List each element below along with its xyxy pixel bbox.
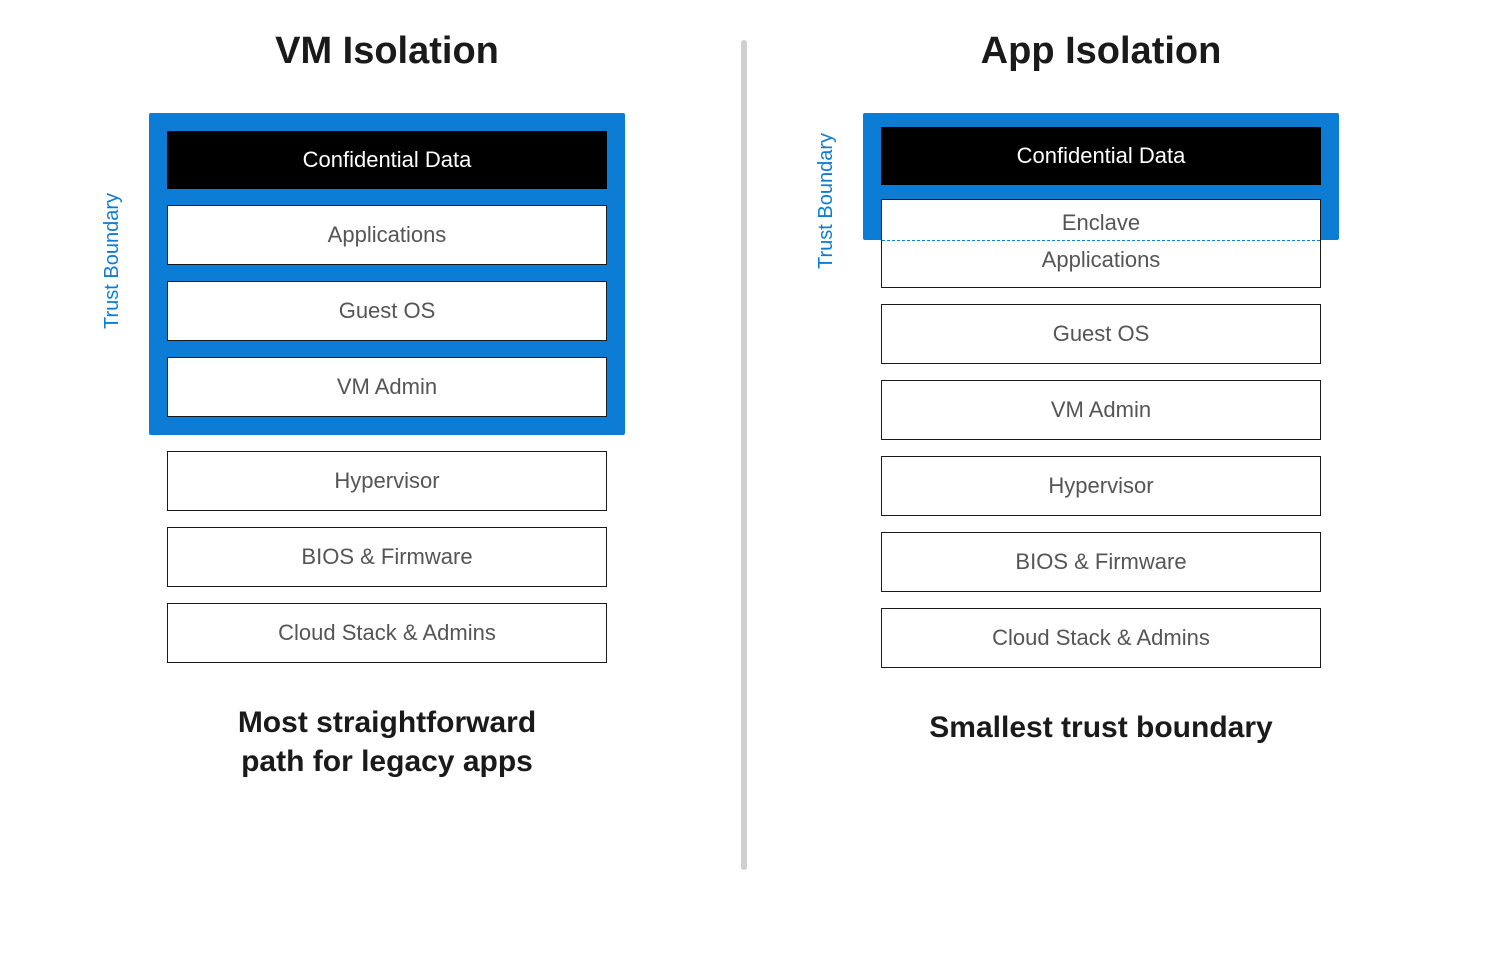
app-caption: Smallest trust boundary	[929, 708, 1272, 747]
app-layer-cloud-stack-admins: Cloud Stack & Admins	[881, 608, 1321, 668]
vm-trust-stack: Confidential Data Applications Guest OS …	[167, 131, 607, 417]
app-layer-confidential-data: Confidential Data	[881, 127, 1321, 185]
app-applications-label: Applications	[882, 241, 1320, 287]
app-layer-hypervisor: Hypervisor	[881, 456, 1321, 516]
vertical-divider	[741, 40, 747, 870]
vm-trust-boundary-label: Trust Boundary	[101, 193, 124, 329]
vm-title: VM Isolation	[275, 30, 499, 73]
app-layer-applications: Applications	[881, 240, 1321, 288]
vm-layer-hypervisor: Hypervisor	[167, 451, 607, 511]
vm-outer-stack: Hypervisor BIOS & Firmware Cloud Stack &…	[167, 451, 607, 663]
vm-layer-applications: Applications	[167, 205, 607, 265]
diagram-container: VM Isolation Trust Boundary Confidential…	[0, 0, 1488, 980]
vm-caption: Most straightforward path for legacy app…	[238, 703, 536, 781]
app-title: App Isolation	[981, 30, 1222, 73]
vm-layer-vm-admin: VM Admin	[167, 357, 607, 417]
vm-caption-line1: Most straightforward	[238, 703, 536, 742]
app-layer-guest-os: Guest OS	[881, 304, 1321, 364]
app-layer-bios-firmware: BIOS & Firmware	[881, 532, 1321, 592]
app-trust-boundary-box: Confidential Data Enclave	[863, 113, 1339, 240]
app-isolation-column: App Isolation Trust Boundary Confidentia…	[801, 30, 1401, 747]
app-stack-wrapper: Trust Boundary Confidential Data Enclave…	[863, 113, 1339, 668]
vm-layer-bios-firmware: BIOS & Firmware	[167, 527, 607, 587]
app-layer-vm-admin: VM Admin	[881, 380, 1321, 440]
vm-isolation-column: VM Isolation Trust Boundary Confidential…	[87, 30, 687, 781]
vm-layer-cloud-stack-admins: Cloud Stack & Admins	[167, 603, 607, 663]
app-trust-boundary-label: Trust Boundary	[815, 133, 838, 269]
app-outer-stack: Applications Guest OS VM Admin Hyperviso…	[881, 240, 1321, 668]
app-layer-enclave: Enclave	[881, 199, 1321, 240]
vm-caption-line2: path for legacy apps	[238, 742, 536, 781]
vm-trust-boundary-box: Confidential Data Applications Guest OS …	[149, 113, 625, 435]
vm-layer-guest-os: Guest OS	[167, 281, 607, 341]
vm-layer-confidential-data: Confidential Data	[167, 131, 607, 189]
vm-stack-wrapper: Trust Boundary Confidential Data Applica…	[149, 113, 625, 663]
